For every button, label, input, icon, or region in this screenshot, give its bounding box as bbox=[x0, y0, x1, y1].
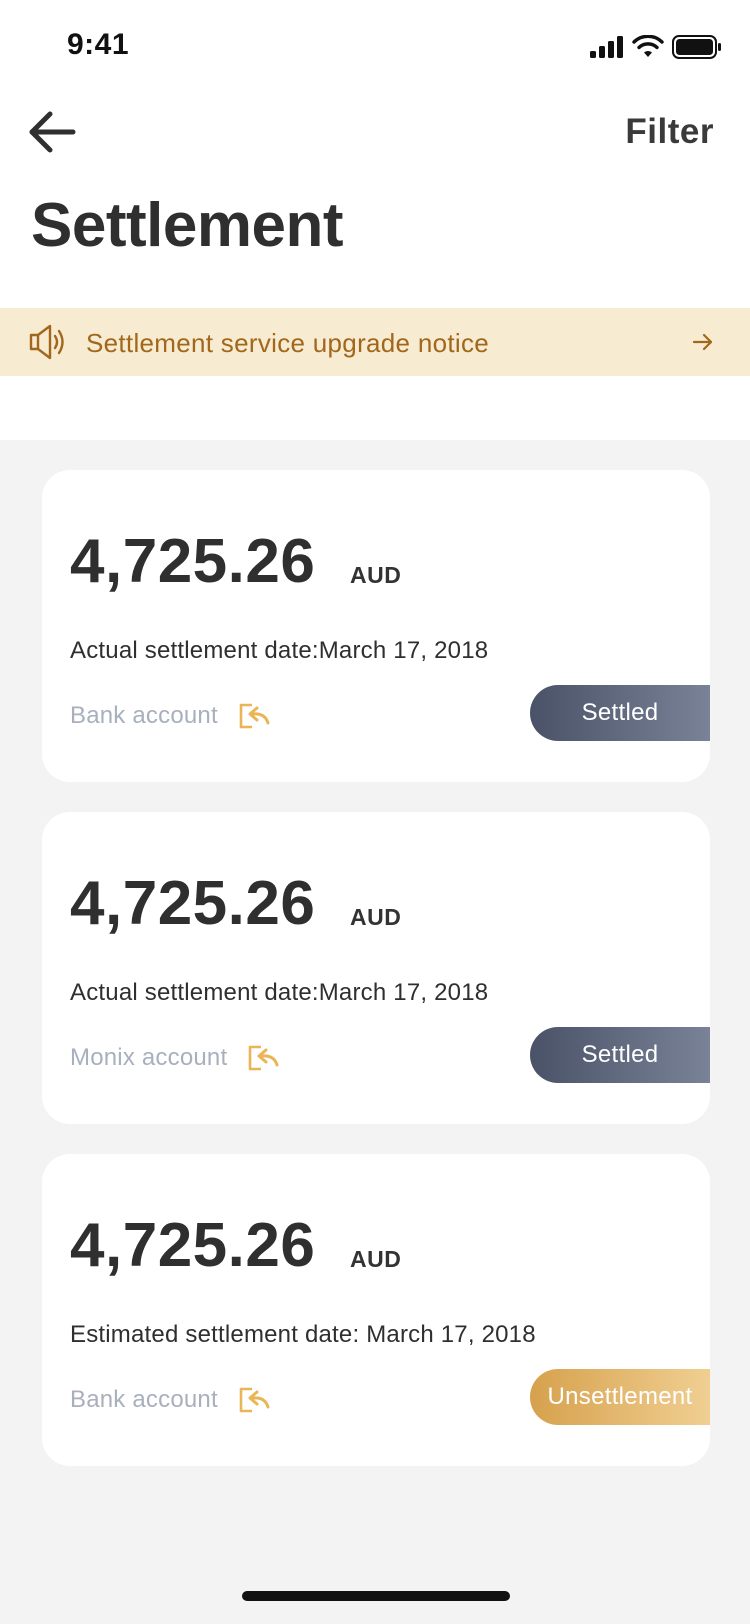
account-link[interactable]: Bank account bbox=[70, 696, 270, 736]
notice-text: Settlement service upgrade notice bbox=[86, 328, 490, 358]
cellular-signal-icon bbox=[590, 36, 623, 58]
settled-status-badge[interactable]: Settled bbox=[530, 685, 710, 741]
transfer-icon bbox=[239, 703, 270, 729]
transfer-icon bbox=[249, 1045, 279, 1071]
home-indicator[interactable] bbox=[242, 1591, 510, 1601]
currency-code: AUD bbox=[350, 904, 402, 930]
upgrade-notice-banner[interactable]: Settlement service upgrade notice bbox=[0, 308, 750, 376]
status-icons bbox=[590, 32, 722, 62]
settlement-card[interactable]: 4,725.26 AUD Actual settlement date:Marc… bbox=[42, 470, 710, 782]
filter-button[interactable]: Filter bbox=[625, 112, 714, 152]
unsettled-status-badge[interactable]: Unsettlement bbox=[530, 1369, 710, 1425]
settlement-amount: 4,725.26 bbox=[70, 1211, 316, 1280]
account-label: Bank account bbox=[70, 1386, 218, 1413]
account-link[interactable]: Monix account bbox=[70, 1038, 279, 1078]
transfer-icon bbox=[239, 1387, 270, 1413]
arrow-left-icon bbox=[29, 111, 76, 153]
status-time: 9:41 bbox=[67, 28, 130, 61]
currency-code: AUD bbox=[350, 562, 402, 588]
settlement-card[interactable]: 4,725.26 AUD Actual settlement date:Marc… bbox=[42, 812, 710, 1124]
account-label: Bank account bbox=[70, 702, 218, 729]
wifi-icon bbox=[632, 35, 664, 57]
page-title: Settlement bbox=[31, 191, 343, 260]
back-button[interactable] bbox=[26, 106, 82, 162]
settlement-card[interactable]: 4,725.26 AUD Estimated settlement date: … bbox=[42, 1154, 710, 1466]
settled-status-badge[interactable]: Settled bbox=[530, 1027, 710, 1083]
speaker-icon bbox=[29, 324, 64, 360]
account-label: Monix account bbox=[70, 1044, 228, 1071]
settlement-amount: 4,725.26 bbox=[70, 527, 316, 596]
arrow-right-icon bbox=[692, 333, 713, 351]
account-link[interactable]: Bank account bbox=[70, 1380, 270, 1420]
settlement-amount: 4,725.26 bbox=[70, 869, 316, 938]
settlement-date: Actual settlement date:March 17, 2018 bbox=[70, 979, 489, 1006]
settlement-date: Estimated settlement date: March 17, 201… bbox=[70, 1321, 536, 1348]
currency-code: AUD bbox=[350, 1246, 402, 1272]
settlement-date: Actual settlement date:March 17, 2018 bbox=[70, 637, 489, 664]
status-bar: 9:41 bbox=[0, 0, 750, 94]
battery-icon bbox=[672, 35, 721, 59]
